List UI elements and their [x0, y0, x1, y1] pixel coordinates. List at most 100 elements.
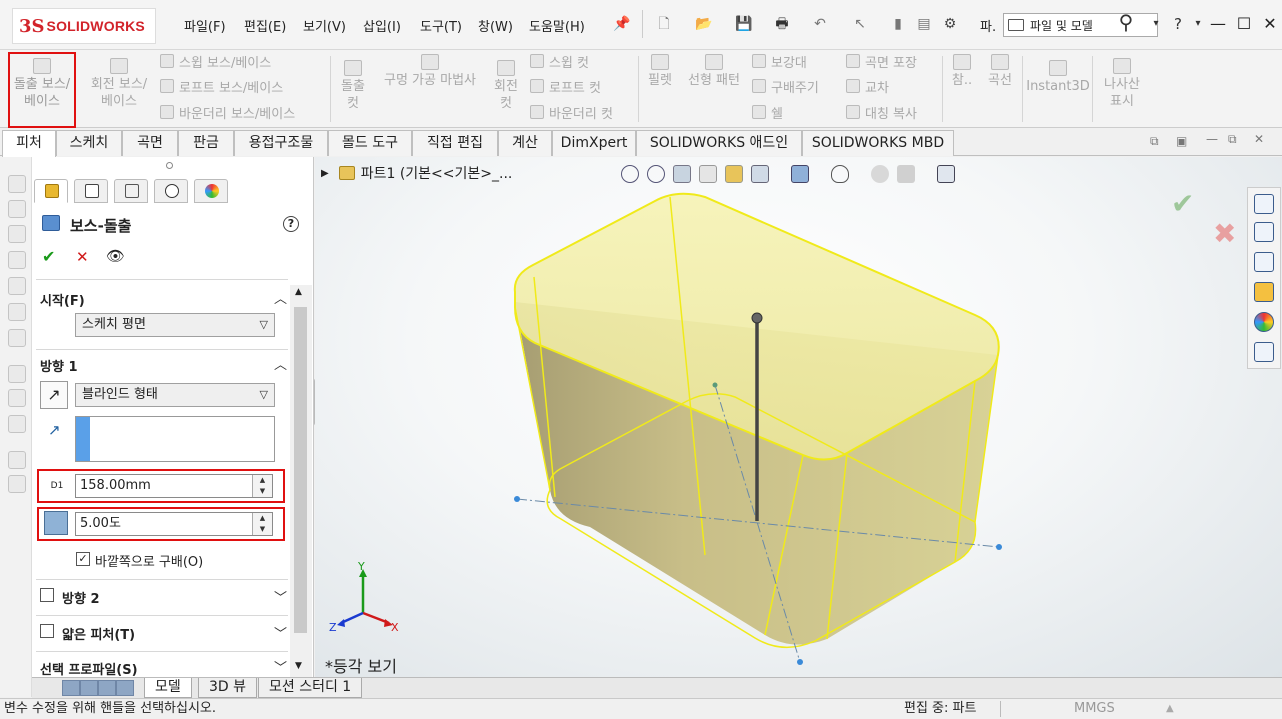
curves-button[interactable]: 곡선 [982, 54, 1018, 89]
appearances-icon[interactable] [1254, 312, 1274, 332]
tab-surfaces[interactable]: 곡면 [122, 130, 178, 156]
save-icon[interactable]: 💾 [734, 14, 754, 34]
previous-tab-icon[interactable] [80, 680, 98, 696]
cancel-x-icon[interactable]: ✕ [76, 248, 89, 266]
doc-close-icon[interactable]: ✕ [1254, 132, 1264, 146]
preview-eye-icon[interactable]: 👁 [106, 247, 125, 265]
restore-pane-icon[interactable]: ⧉ [1150, 134, 1159, 149]
direction2-checkbox[interactable] [40, 588, 54, 602]
help-icon[interactable]: ? [283, 216, 299, 232]
maximize-icon[interactable]: ☐ [1232, 12, 1256, 36]
spin-up-icon[interactable]: ▲ [253, 475, 272, 486]
pane-options-icon[interactable]: ▣ [1176, 134, 1187, 148]
sketch-point[interactable] [712, 382, 718, 388]
collapse-chevron-icon[interactable]: ︿ [274, 354, 287, 373]
new-document-icon[interactable]: 🗋 [654, 14, 674, 34]
loft-cut-button[interactable]: 로프트 컷 [530, 75, 601, 97]
sketch-point[interactable] [514, 496, 520, 502]
tab-dimxpert[interactable]: DimXpert [552, 130, 636, 156]
shell-button[interactable]: 쉘 [752, 101, 783, 123]
search-dropdown-icon[interactable]: ▾ [1146, 14, 1166, 34]
units-dropdown-icon[interactable]: ▲ [1166, 699, 1174, 719]
strip-tool-icon[interactable] [8, 303, 26, 321]
sketch-point[interactable] [797, 659, 803, 665]
help-icon[interactable]: ? [1168, 14, 1188, 34]
linear-pattern-button[interactable]: 선형 패턴 [682, 54, 746, 89]
boundary-cut-button[interactable]: 바운더리 컷 [530, 101, 613, 123]
file-explorer-icon[interactable] [1254, 252, 1274, 272]
strip-tool-icon[interactable] [8, 175, 26, 193]
home-icon[interactable] [1254, 194, 1274, 214]
tab-dimxpert-manager[interactable] [154, 179, 188, 203]
mirror-button[interactable]: 대칭 복사 [846, 101, 917, 123]
graphics-area[interactable]: ▶ 파트1 (기본<<기본>_... ✔ ✖ Y X Z *등각 보기 [315, 157, 1282, 677]
tab-motion-study[interactable]: 모션 스터디 1 [258, 678, 363, 698]
hole-wizard-button[interactable]: 구멍 가공 마법사 [374, 54, 486, 89]
end-condition-select[interactable]: 블라인드 형태 ▽ [75, 383, 275, 407]
file-properties-icon[interactable]: ▤ [914, 14, 934, 34]
doc-minimize-icon[interactable]: — [1206, 132, 1218, 146]
strip-tool-icon[interactable] [8, 200, 26, 218]
pin-icon[interactable]: 📌 [612, 14, 632, 34]
ok-check-icon[interactable]: ✔ [42, 247, 55, 266]
scroll-down-icon[interactable]: ▼ [295, 661, 302, 671]
drag-handle-arrow-icon[interactable] [751, 312, 763, 324]
minimize-icon[interactable]: — [1206, 12, 1230, 36]
tab-solidworks-addins[interactable]: SOLIDWORKS 애드인 [636, 130, 802, 156]
draft-button[interactable]: 구배주기 [752, 75, 819, 97]
tab-evaluate[interactable]: 계산 [498, 130, 552, 156]
strip-tool-icon[interactable] [8, 365, 26, 383]
menu-tools[interactable]: 도구(T) [420, 16, 462, 35]
tab-mold-tools[interactable]: 몰드 도구 [328, 130, 412, 156]
tab-configuration-manager[interactable] [114, 179, 148, 203]
search-icon[interactable]: ⚲ [1116, 12, 1136, 32]
tab-direct-editing[interactable]: 직접 편집 [412, 130, 498, 156]
reverse-direction-icon[interactable]: ↗ [40, 381, 68, 409]
direction1-group-header[interactable]: 방향 1 [40, 356, 78, 375]
print-icon[interactable]: 🖶 [772, 14, 792, 34]
strip-tool-icon[interactable] [8, 389, 26, 407]
cosmetic-thread-button[interactable]: 나사산 표시 [1096, 58, 1148, 110]
expand-chevron-icon[interactable]: ﹀ [274, 587, 287, 606]
sketch-point[interactable] [996, 544, 1002, 550]
menu-window[interactable]: 창(W) [478, 16, 513, 35]
spin-down-icon[interactable]: ▼ [253, 524, 272, 535]
tab-property-manager[interactable] [74, 179, 108, 203]
reference-geometry-button[interactable]: 참.. [946, 54, 978, 89]
intersect-button[interactable]: 교차 [846, 75, 889, 97]
solidworks-logo[interactable]: 3S SOLIDWORKS [12, 8, 156, 44]
panel-grip-icon[interactable] [166, 162, 173, 169]
strip-tool-icon[interactable] [8, 329, 26, 347]
tab-weldments[interactable]: 용접구조물 [234, 130, 328, 156]
loft-boss-button[interactable]: 로프트 보스/베이스 [160, 75, 283, 97]
tab-sketch[interactable]: 스케치 [56, 130, 122, 156]
spin-up-icon[interactable]: ▲ [253, 513, 272, 524]
strip-tool-icon[interactable] [8, 251, 26, 269]
last-tab-icon[interactable] [116, 680, 134, 696]
next-tab-icon[interactable] [98, 680, 116, 696]
close-icon[interactable]: ✕ [1258, 12, 1282, 36]
draft-spinner[interactable]: ▲ ▼ [252, 513, 272, 535]
from-select[interactable]: 스케치 평면 ▽ [75, 313, 275, 337]
tab-sheet-metal[interactable]: 판금 [178, 130, 234, 156]
tab-display-manager[interactable] [194, 179, 228, 203]
strip-tool-icon[interactable] [8, 277, 26, 295]
revolve-boss-button[interactable]: 회전 보스/ 베이스 [84, 58, 154, 110]
tab-solidworks-mbd[interactable]: SOLIDWORKS MBD [802, 130, 954, 156]
doc-restore-icon[interactable]: ⧉ [1228, 132, 1237, 147]
strip-tool-icon[interactable] [8, 225, 26, 243]
expand-chevron-icon[interactable]: ﹀ [274, 657, 287, 676]
scroll-up-icon[interactable]: ▲ [295, 287, 302, 297]
instant3d-button[interactable]: Instant3D [1026, 60, 1090, 95]
property-manager-scrollbar[interactable]: ▲ ▼ [290, 285, 312, 677]
swept-cut-button[interactable]: 스윕 컷 [530, 50, 589, 72]
collapse-chevron-icon[interactable]: ︿ [274, 288, 287, 307]
menu-insert[interactable]: 삽입(I) [363, 16, 401, 35]
thin-feature-checkbox[interactable] [40, 624, 54, 638]
tab-model[interactable]: 모델 [144, 678, 192, 698]
design-library-icon[interactable] [1254, 222, 1274, 242]
menu-file[interactable]: 파일(F) [184, 16, 226, 35]
menu-help[interactable]: 도움말(H) [529, 16, 585, 35]
fillet-button[interactable]: 필렛 [642, 54, 678, 89]
scrollbar-thumb[interactable] [294, 307, 307, 633]
